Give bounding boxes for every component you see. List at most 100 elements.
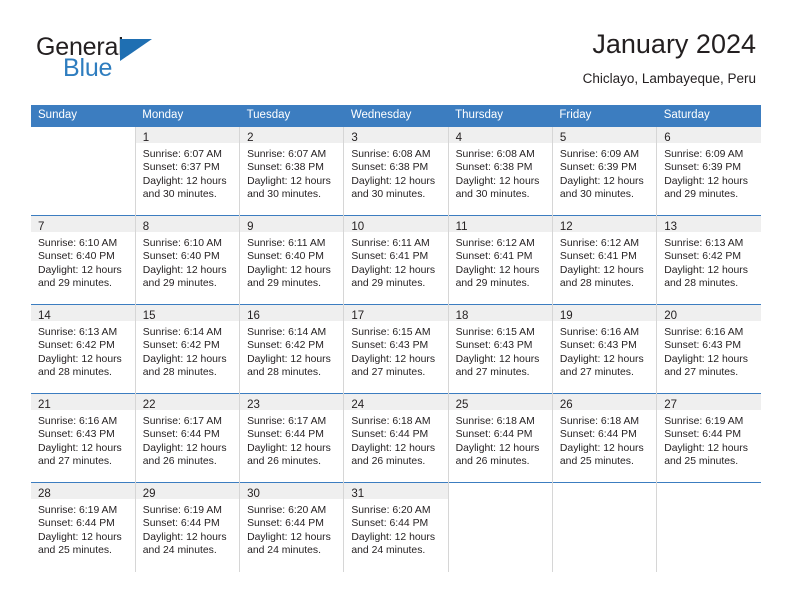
calendar-day-cell[interactable]: 29 Sunrise: 6:19 AM Sunset: 6:44 PM Dayligh… [134, 482, 240, 572]
weekday-header-tuesday: Tuesday [239, 105, 344, 127]
calendar-day-cell[interactable]: 7 Sunrise: 6:10 AM Sunset: 6:40 PM Daylight… [31, 215, 136, 305]
calendar-day-cell[interactable]: 21 Sunrise: 6:16 AM Sunset: 6:43 PM Dayligh… [31, 393, 136, 483]
day-number-band: 12 [552, 216, 657, 233]
day-number-band: 24 [344, 394, 448, 411]
day-number: 1 [142, 132, 150, 144]
sunrise-text: Sunrise: 6:18 AM [351, 416, 431, 427]
calendar-day-cell[interactable]: 9 Sunrise: 6:11 AM Sunset: 6:40 PM Daylight… [239, 215, 344, 305]
calendar-day-cell[interactable]: 24 Sunrise: 6:18 AM Sunset: 6:44 PM Dayligh… [343, 393, 449, 483]
daylight-text-line2: and 30 minutes. [455, 188, 530, 200]
sunset-text: Sunset: 6:41 PM [559, 251, 637, 263]
calendar-day-cell[interactable]: 26 Sunrise: 6:18 AM Sunset: 6:44 PM Dayligh… [551, 393, 657, 483]
sunrise-text: Sunrise: 6:07 AM [247, 149, 327, 160]
sunset-text: Sunset: 6:42 PM [247, 340, 324, 352]
day-number: 11 [455, 221, 468, 233]
calendar-day-cell[interactable]: 8 Sunrise: 6:10 AM Sunset: 6:40 PM Daylight… [134, 215, 240, 305]
calendar-day-cell[interactable]: 19 Sunrise: 6:16 AM Sunset: 6:43 PM Dayligh… [551, 304, 657, 394]
sunrise-text: Sunrise: 6:16 AM [38, 416, 118, 427]
sunrise-text: Sunrise: 6:08 AM [351, 149, 431, 160]
calendar-day-cell[interactable]: 23 Sunrise: 6:17 AM Sunset: 6:44 PM Dayligh… [239, 393, 344, 483]
calendar-day-cell[interactable]: 2 Sunrise: 6:07 AM Sunset: 6:38 PM Daylight… [239, 126, 344, 216]
daylight-text-line1: Daylight: 12 hours [247, 442, 331, 454]
calendar-day-cell[interactable]: 18 Sunrise: 6:15 AM Sunset: 6:43 PM Dayligh… [447, 304, 553, 394]
brand-logo: General Blue [36, 34, 236, 90]
weekday-header-monday: Monday [135, 105, 240, 127]
sunrise-text: Sunrise: 6:13 AM [664, 238, 744, 249]
sunrise-text: Sunrise: 6:20 AM [351, 505, 431, 516]
calendar-day-cell[interactable]: 30 Sunrise: 6:20 AM Sunset: 6:44 PM Dayligh… [239, 482, 344, 572]
calendar-day-cell-empty [656, 482, 761, 572]
sunset-text: Sunset: 6:44 PM [142, 429, 220, 441]
day-number: 13 [664, 221, 677, 233]
daylight-text-line2: and 29 minutes. [38, 277, 112, 289]
weekday-header-wednesday: Wednesday [343, 105, 449, 127]
day-number-band: 11 [448, 216, 552, 233]
day-details: Sunrise: 6:19 AM Sunset: 6:44 PM Daylight:… [31, 499, 135, 557]
calendar-day-cell[interactable]: 15 Sunrise: 6:14 AM Sunset: 6:42 PM Dayligh… [134, 304, 240, 394]
day-number: 28 [38, 488, 51, 500]
calendar-day-cell[interactable]: 12 Sunrise: 6:12 AM Sunset: 6:41 PM Dayligh… [551, 215, 657, 305]
daylight-text-line1: Daylight: 12 hours [247, 175, 331, 187]
daylight-text-line2: and 24 minutes. [351, 544, 426, 556]
sunrise-text: Sunrise: 6:15 AM [351, 327, 431, 338]
calendar-day-cell-empty [551, 482, 657, 572]
calendar-day-cell[interactable]: 28 Sunrise: 6:19 AM Sunset: 6:44 PM Dayligh… [31, 482, 136, 572]
day-number: 26 [559, 399, 573, 411]
day-number-band: 5 [552, 127, 657, 144]
sunset-text: Sunset: 6:44 PM [664, 429, 742, 441]
calendar-week-row: 14 Sunrise: 6:13 AM Sunset: 6:42 PM Dayligh… [31, 304, 761, 394]
calendar-day-cell[interactable]: 14 Sunrise: 6:13 AM Sunset: 6:42 PM Dayligh… [31, 304, 136, 394]
sunrise-text: Sunrise: 6:10 AM [142, 238, 222, 249]
day-number-band: 1 [135, 127, 240, 144]
calendar-day-cell[interactable]: 11 Sunrise: 6:12 AM Sunset: 6:41 PM Dayligh… [447, 215, 553, 305]
sunset-text: Sunset: 6:40 PM [142, 251, 220, 263]
daylight-text-line1: Daylight: 12 hours [142, 442, 227, 454]
sunrise-text: Sunrise: 6:18 AM [559, 416, 640, 427]
sunset-text: Sunset: 6:44 PM [38, 518, 115, 530]
calendar-day-cell[interactable]: 10 Sunrise: 6:11 AM Sunset: 6:41 PM Dayligh… [343, 215, 449, 305]
day-number-band: 14 [31, 305, 135, 322]
day-details: Sunrise: 6:17 AM Sunset: 6:44 PM Daylight:… [136, 410, 239, 468]
page-title: January 2024 [592, 29, 756, 59]
sunrise-text: Sunrise: 6:09 AM [559, 149, 640, 160]
daylight-text-line2: and 28 minutes. [664, 277, 739, 289]
calendar-day-cell[interactable]: 20 Sunrise: 6:16 AM Sunset: 6:43 PM Dayligh… [656, 304, 761, 394]
calendar-grid: Sunday Monday Tuesday Wednesday Thursday Frid… [31, 105, 761, 572]
calendar-day-cell[interactable]: 16 Sunrise: 6:14 AM Sunset: 6:42 PM Dayligh… [239, 304, 344, 394]
daylight-text-line2: and 30 minutes. [142, 188, 217, 200]
sunset-text: Sunset: 6:39 PM [559, 162, 637, 174]
sunrise-text: Sunrise: 6:07 AM [142, 149, 222, 160]
sunset-text: Sunset: 6:43 PM [351, 340, 429, 352]
calendar-day-cell[interactable]: 22 Sunrise: 6:17 AM Sunset: 6:44 PM Dayligh… [134, 393, 240, 483]
weekday-header-saturday: Saturday [656, 105, 761, 127]
day-number: 19 [559, 310, 573, 322]
daylight-text-line1: Daylight: 12 hours [142, 264, 227, 276]
sunset-text: Sunset: 6:44 PM [247, 518, 324, 530]
calendar-day-cell[interactable]: 27 Sunrise: 6:19 AM Sunset: 6:44 PM Dayligh… [656, 393, 761, 483]
day-details: Sunrise: 6:15 AM Sunset: 6:43 PM Daylight:… [344, 321, 447, 379]
daylight-text-line2: and 27 minutes. [664, 366, 739, 378]
daylight-text-line1: Daylight: 12 hours [351, 442, 436, 454]
sunset-text: Sunset: 6:44 PM [247, 429, 324, 441]
weekday-header-friday: Friday [552, 105, 657, 127]
daylight-text-line1: Daylight: 12 hours [559, 442, 644, 454]
calendar-day-cell[interactable]: 31 Sunrise: 6:20 AM Sunset: 6:44 PM Dayligh… [343, 482, 449, 572]
daylight-text-line1: Daylight: 12 hours [664, 264, 748, 276]
calendar-day-cell[interactable]: 4 Sunrise: 6:08 AM Sunset: 6:38 PM Daylight… [447, 126, 553, 216]
calendar-day-cell[interactable]: 6 Sunrise: 6:09 AM Sunset: 6:39 PM Daylight… [656, 126, 761, 216]
sunset-text: Sunset: 6:41 PM [455, 251, 533, 263]
sunset-text: Sunset: 6:44 PM [559, 429, 637, 441]
sunset-text: Sunset: 6:41 PM [351, 251, 429, 263]
calendar-day-cell[interactable]: 13 Sunrise: 6:13 AM Sunset: 6:42 PM Dayligh… [656, 215, 761, 305]
daylight-text-line1: Daylight: 12 hours [247, 353, 331, 365]
day-number-band [448, 483, 552, 499]
sunset-text: Sunset: 6:42 PM [142, 340, 220, 352]
calendar-day-cell[interactable]: 25 Sunrise: 6:18 AM Sunset: 6:44 PM Dayligh… [447, 393, 553, 483]
day-number: 3 [351, 132, 358, 144]
calendar-day-cell[interactable]: 17 Sunrise: 6:15 AM Sunset: 6:43 PM Dayligh… [343, 304, 449, 394]
daylight-text-line1: Daylight: 12 hours [559, 175, 644, 187]
day-details: Sunrise: 6:16 AM Sunset: 6:43 PM Daylight:… [31, 410, 135, 468]
calendar-day-cell[interactable]: 3 Sunrise: 6:08 AM Sunset: 6:38 PM Daylight… [343, 126, 449, 216]
calendar-day-cell[interactable]: 5 Sunrise: 6:09 AM Sunset: 6:39 PM Daylight… [551, 126, 657, 216]
calendar-day-cell[interactable]: 1 Sunrise: 6:07 AM Sunset: 6:37 PM Daylight… [134, 126, 240, 216]
